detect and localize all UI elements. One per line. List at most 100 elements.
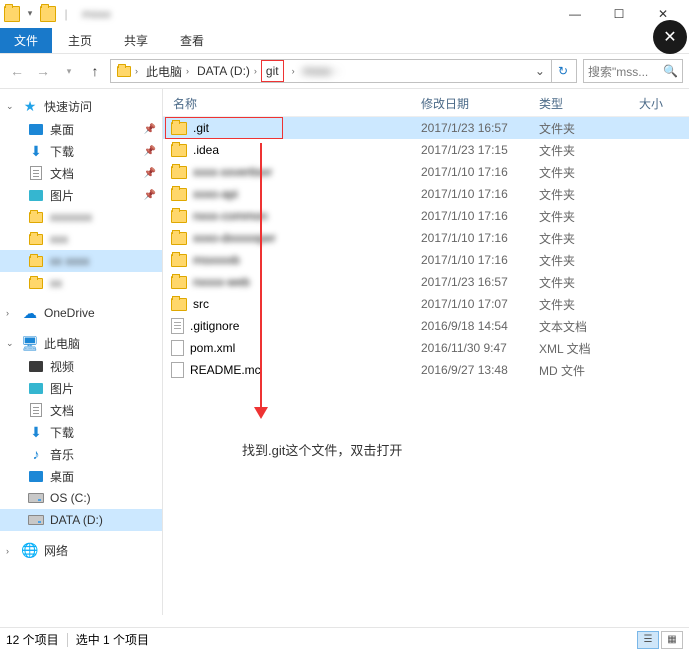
breadcrumb-chev[interactable]: › bbox=[284, 60, 299, 82]
sidebar-desktop[interactable]: 桌面 bbox=[0, 118, 162, 140]
forward-button[interactable]: → bbox=[32, 60, 54, 82]
view-details-button[interactable]: ☰ bbox=[637, 631, 659, 649]
file-row[interactable]: xxxo-api2017/1/10 17:16文件夹 bbox=[163, 183, 689, 205]
sidebar-documents[interactable]: 文档 bbox=[0, 162, 162, 184]
file-name: .idea bbox=[193, 143, 219, 157]
breadcrumb-root-icon[interactable]: › bbox=[113, 60, 142, 82]
file-name: pom.xml bbox=[190, 341, 235, 355]
col-date[interactable]: 修改日期 bbox=[421, 95, 539, 112]
recent-dropdown-icon[interactable]: ▾ bbox=[58, 60, 80, 82]
sidebar-downloads2[interactable]: ⬇下载 bbox=[0, 421, 162, 443]
file-row[interactable]: msxxxxb2017/1/10 17:16文件夹 bbox=[163, 249, 689, 271]
file-row[interactable]: xxxx-xxvertiser2017/1/10 17:16文件夹 bbox=[163, 161, 689, 183]
sidebar-pictures2[interactable]: 图片 bbox=[0, 377, 162, 399]
sidebar-item-blur4[interactable]: xx bbox=[0, 272, 162, 294]
address-bar[interactable]: › 此电脑› DATA (D:)› git › msso› ⌄ ↻ bbox=[110, 59, 577, 83]
desktop-icon bbox=[28, 121, 44, 137]
cloud-icon: ☁ bbox=[22, 305, 38, 321]
status-bar: 12 个项目 选中 1 个项目 ☰ ▦ bbox=[0, 627, 689, 651]
minimize-button[interactable]: — bbox=[553, 0, 597, 27]
file-date: 2017/1/10 17:16 bbox=[421, 231, 539, 245]
col-type[interactable]: 类型 bbox=[539, 95, 639, 112]
file-name: src bbox=[193, 297, 209, 311]
refresh-button[interactable]: ↻ bbox=[551, 60, 574, 82]
back-button[interactable]: ← bbox=[6, 60, 28, 82]
sidebar-video[interactable]: 视频 bbox=[0, 355, 162, 377]
file-date: 2017/1/10 17:07 bbox=[421, 297, 539, 311]
sidebar-quick-access[interactable]: ⌄★快速访问 bbox=[0, 95, 162, 118]
up-button[interactable]: ↑ bbox=[84, 60, 106, 82]
file-type: 文件夹 bbox=[539, 208, 639, 225]
file-rows: .git2017/1/23 16:57文件夹.idea2017/1/23 17:… bbox=[163, 117, 689, 381]
separator-icon: | bbox=[58, 6, 74, 22]
annotation-text: 找到.git这个文件，双击打开 bbox=[242, 440, 402, 459]
dropdown-icon[interactable]: ▾ bbox=[22, 6, 38, 22]
file-name: nxxx-common bbox=[193, 209, 268, 223]
sidebar-item-blur3[interactable]: xx xxxx bbox=[0, 250, 162, 272]
sidebar-thispc[interactable]: ⌄🖥此电脑 bbox=[0, 332, 162, 355]
overlay-close-icon[interactable]: ✕ bbox=[653, 20, 687, 54]
search-icon[interactable]: 🔍 bbox=[663, 64, 678, 78]
picture-icon bbox=[28, 187, 44, 203]
file-row[interactable]: src2017/1/10 17:07文件夹 bbox=[163, 293, 689, 315]
sidebar-item-blur1[interactable]: xxxxxxx bbox=[0, 206, 162, 228]
sidebar-network[interactable]: ›🌐网络 bbox=[0, 539, 162, 562]
tab-file[interactable]: 文件 bbox=[0, 28, 52, 53]
status-divider bbox=[67, 633, 68, 647]
column-headers: 名称 修改日期 类型 大小 bbox=[163, 89, 689, 117]
sidebar-documents2[interactable]: 文档 bbox=[0, 399, 162, 421]
sidebar-pictures[interactable]: 图片 bbox=[0, 184, 162, 206]
search-input[interactable]: 搜索"mss... 🔍 bbox=[583, 59, 683, 83]
file-row[interactable]: README.mc2016/9/27 13:48MD 文件 bbox=[163, 359, 689, 381]
sidebar-music[interactable]: ♪音乐 bbox=[0, 443, 162, 465]
file-date: 2017/1/23 17:15 bbox=[421, 143, 539, 157]
file-type: 文本文档 bbox=[539, 318, 639, 335]
file-icon bbox=[171, 340, 184, 356]
file-icon bbox=[171, 362, 184, 378]
sidebar-item-blur2[interactable]: xxx bbox=[0, 228, 162, 250]
file-row[interactable]: xxxo-dxxxxxper2017/1/10 17:16文件夹 bbox=[163, 227, 689, 249]
tab-share[interactable]: 共享 bbox=[108, 28, 164, 53]
file-date: 2017/1/10 17:16 bbox=[421, 165, 539, 179]
file-type: 文件夹 bbox=[539, 230, 639, 247]
breadcrumb-thispc[interactable]: 此电脑› bbox=[142, 60, 193, 82]
address-dropdown-icon[interactable]: ⌄ bbox=[529, 64, 551, 78]
file-date: 2016/11/30 9:47 bbox=[421, 341, 539, 355]
download-icon: ⬇ bbox=[28, 143, 44, 159]
breadcrumb-drive[interactable]: DATA (D:)› bbox=[193, 60, 261, 82]
drive-icon bbox=[28, 512, 44, 528]
sidebar-onedrive[interactable]: ›☁OneDrive bbox=[0, 302, 162, 324]
file-row[interactable]: nxxxx-web2017/1/23 16:57文件夹 bbox=[163, 271, 689, 293]
file-type: 文件夹 bbox=[539, 164, 639, 181]
tab-view[interactable]: 查看 bbox=[164, 28, 220, 53]
col-name[interactable]: 名称 bbox=[163, 95, 421, 112]
file-row[interactable]: nxxx-common2017/1/10 17:16文件夹 bbox=[163, 205, 689, 227]
file-row[interactable]: pom.xml2016/11/30 9:47XML 文档 bbox=[163, 337, 689, 359]
sidebar-downloads[interactable]: ⬇下载 bbox=[0, 140, 162, 162]
video-icon bbox=[28, 358, 44, 374]
picture-icon bbox=[28, 380, 44, 396]
annotation-arrow-line bbox=[260, 143, 262, 413]
folder-icon bbox=[40, 6, 56, 22]
maximize-button[interactable]: ☐ bbox=[597, 0, 641, 27]
tab-home[interactable]: 主页 bbox=[52, 28, 108, 53]
folder-icon bbox=[171, 298, 187, 311]
folder-icon bbox=[28, 253, 44, 269]
file-date: 2017/1/10 17:16 bbox=[421, 253, 539, 267]
breadcrumb-last[interactable]: msso› bbox=[299, 60, 343, 82]
download-icon: ⬇ bbox=[28, 424, 44, 440]
col-size[interactable]: 大小 bbox=[639, 95, 685, 112]
breadcrumb-git[interactable]: git bbox=[261, 60, 284, 82]
drive-icon bbox=[28, 490, 44, 506]
file-row[interactable]: .gitignore2016/9/18 14:54文本文档 bbox=[163, 315, 689, 337]
file-name: README.mc bbox=[190, 363, 261, 377]
view-thumbnails-button[interactable]: ▦ bbox=[661, 631, 683, 649]
sidebar-drive-c[interactable]: OS (C:) bbox=[0, 487, 162, 509]
file-type: 文件夹 bbox=[539, 142, 639, 159]
file-type: 文件夹 bbox=[539, 186, 639, 203]
folder-icon bbox=[28, 275, 44, 291]
sidebar-drive-d[interactable]: DATA (D:) bbox=[0, 509, 162, 531]
sidebar-desktop2[interactable]: 桌面 bbox=[0, 465, 162, 487]
file-row[interactable]: .idea 2017/1/23 17:15文件夹 bbox=[163, 139, 689, 161]
desktop-icon bbox=[28, 468, 44, 484]
